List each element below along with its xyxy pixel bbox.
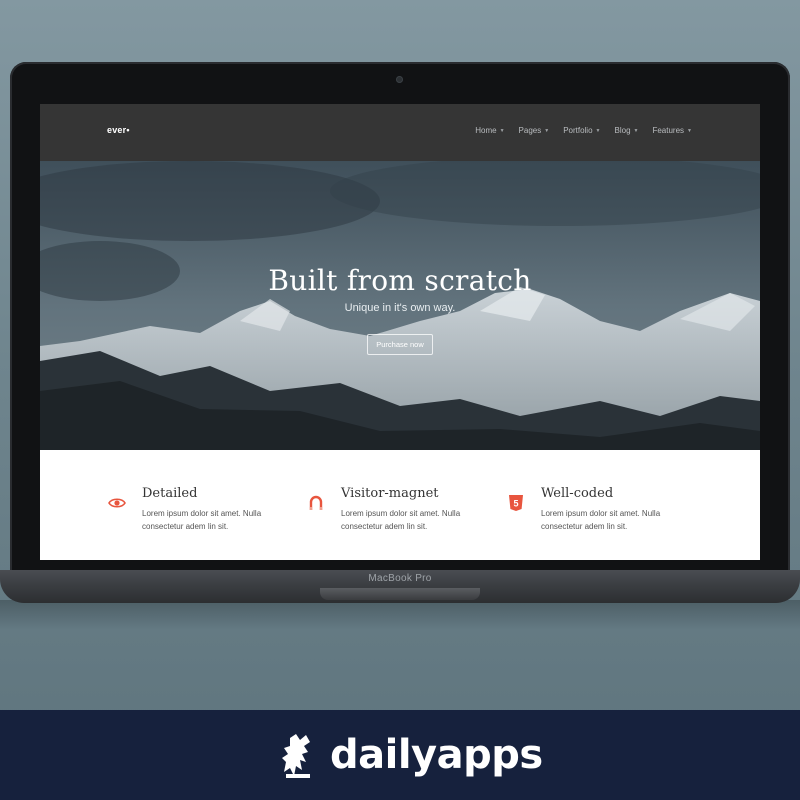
- laptop-notch: [320, 588, 480, 600]
- footer-banner: dailyapps: [0, 710, 800, 800]
- eye-icon: [108, 498, 126, 508]
- laptop-screen: ever• Home ▼ Pages ▼ Portfolio ▼ Blog ▼ …: [40, 104, 760, 560]
- nav-item-blog[interactable]: Blog ▼: [615, 126, 639, 135]
- device-label: MacBook Pro: [368, 573, 432, 584]
- nav-item-portfolio[interactable]: Portfolio ▼: [563, 126, 600, 135]
- nav-menu: Home ▼ Pages ▼ Portfolio ▼ Blog ▼ Featur…: [475, 126, 692, 135]
- caret-down-icon: ▼: [633, 127, 639, 134]
- footer-brand: dailyapps: [330, 732, 543, 778]
- nav-item-label: Pages: [518, 126, 542, 135]
- caret-down-icon: ▼: [544, 127, 550, 134]
- nav-item-label: Portfolio: [563, 126, 593, 135]
- caret-down-icon: ▼: [499, 127, 505, 134]
- feature-title: Well-coded: [541, 486, 614, 501]
- hero-section: Built from scratch Unique in it's own wa…: [40, 161, 760, 450]
- camera-dot: [396, 76, 403, 83]
- nav-item-features[interactable]: Features ▼: [652, 126, 692, 135]
- purchase-button[interactable]: Purchase now: [367, 334, 433, 355]
- nav-item-pages[interactable]: Pages ▼: [519, 126, 550, 135]
- feature-text: Lorem ipsum dolor sit amet. Nulla consec…: [142, 509, 262, 531]
- magnet-icon: [309, 495, 323, 510]
- dailyapps-logo-icon: [282, 734, 310, 778]
- svg-text:5: 5: [513, 499, 518, 509]
- caret-down-icon: ▼: [595, 127, 601, 134]
- nav-item-label: Home: [475, 126, 497, 135]
- nav-item-label: Features: [652, 126, 685, 135]
- hero-title: Built from scratch: [268, 264, 532, 297]
- hero-subtitle: Unique in it's own way.: [344, 302, 456, 314]
- feature-title: Detailed: [142, 486, 198, 501]
- nav-item-home[interactable]: Home ▼: [475, 126, 504, 135]
- site-logo[interactable]: ever•: [107, 125, 130, 135]
- feature-text: Lorem ipsum dolor sit amet. Nulla consec…: [541, 509, 661, 531]
- feature-text: Lorem ipsum dolor sit amet. Nulla consec…: [341, 509, 461, 531]
- features-section: Detailed Lorem ipsum dolor sit amet. Nul…: [40, 450, 760, 560]
- laptop-shadow: [0, 600, 800, 630]
- html5-icon: 5: [509, 495, 523, 511]
- top-nav: ever• Home ▼ Pages ▼ Portfolio ▼ Blog ▼ …: [40, 104, 760, 161]
- caret-down-icon: ▼: [687, 127, 692, 134]
- nav-item-label: Blog: [614, 126, 631, 135]
- feature-title: Visitor-magnet: [341, 486, 439, 501]
